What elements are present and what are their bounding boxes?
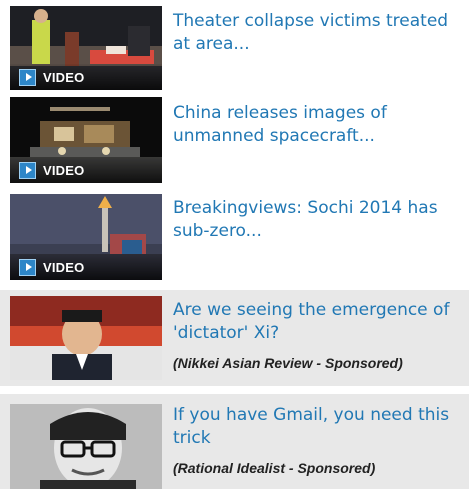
list-item: VIDEO Breakingviews: Sochi 2014 has sub-… [0, 188, 469, 284]
man-with-glasses-portrait-image [10, 404, 162, 489]
play-icon [19, 68, 36, 86]
list-item: VIDEO Theater collapse victims treated a… [0, 0, 469, 92]
video-badge: VIDEO [10, 157, 162, 183]
play-icon [19, 161, 36, 179]
video-thumbnail[interactable]: VIDEO [10, 97, 162, 183]
related-content-feed: VIDEO Theater collapse victims treated a… [0, 0, 469, 489]
video-badge-label: VIDEO [43, 162, 85, 178]
sponsor-source: (Rational Idealist - Sponsored) [173, 460, 376, 476]
headline-link[interactable]: China releases images of unmanned spacec… [173, 102, 469, 148]
headline-link[interactable]: Are we seeing the emergence of 'dictator… [173, 299, 469, 345]
headline-link[interactable]: Breakingviews: Sochi 2014 has sub-zero..… [173, 197, 469, 243]
list-item: Are we seeing the emergence of 'dictator… [0, 290, 469, 386]
video-badge: VIDEO [10, 254, 162, 280]
sponsored-thumbnail[interactable] [10, 404, 162, 489]
sponsored-thumbnail[interactable] [10, 296, 162, 380]
politician-portrait-image [10, 296, 162, 380]
video-badge-label: VIDEO [43, 259, 85, 275]
headline-link[interactable]: If you have Gmail, you need this trick [173, 404, 469, 450]
video-thumbnail[interactable]: VIDEO [10, 6, 162, 90]
list-item: VIDEO China releases images of unmanned … [0, 92, 469, 188]
sponsor-source: (Nikkei Asian Review - Sponsored) [173, 355, 403, 371]
video-badge-label: VIDEO [43, 69, 85, 85]
play-icon [19, 258, 36, 276]
video-thumbnail[interactable]: VIDEO [10, 194, 162, 280]
headline-link[interactable]: Theater collapse victims treated at area… [173, 10, 469, 56]
list-item: If you have Gmail, you need this trick (… [0, 394, 469, 489]
video-badge: VIDEO [10, 64, 162, 90]
